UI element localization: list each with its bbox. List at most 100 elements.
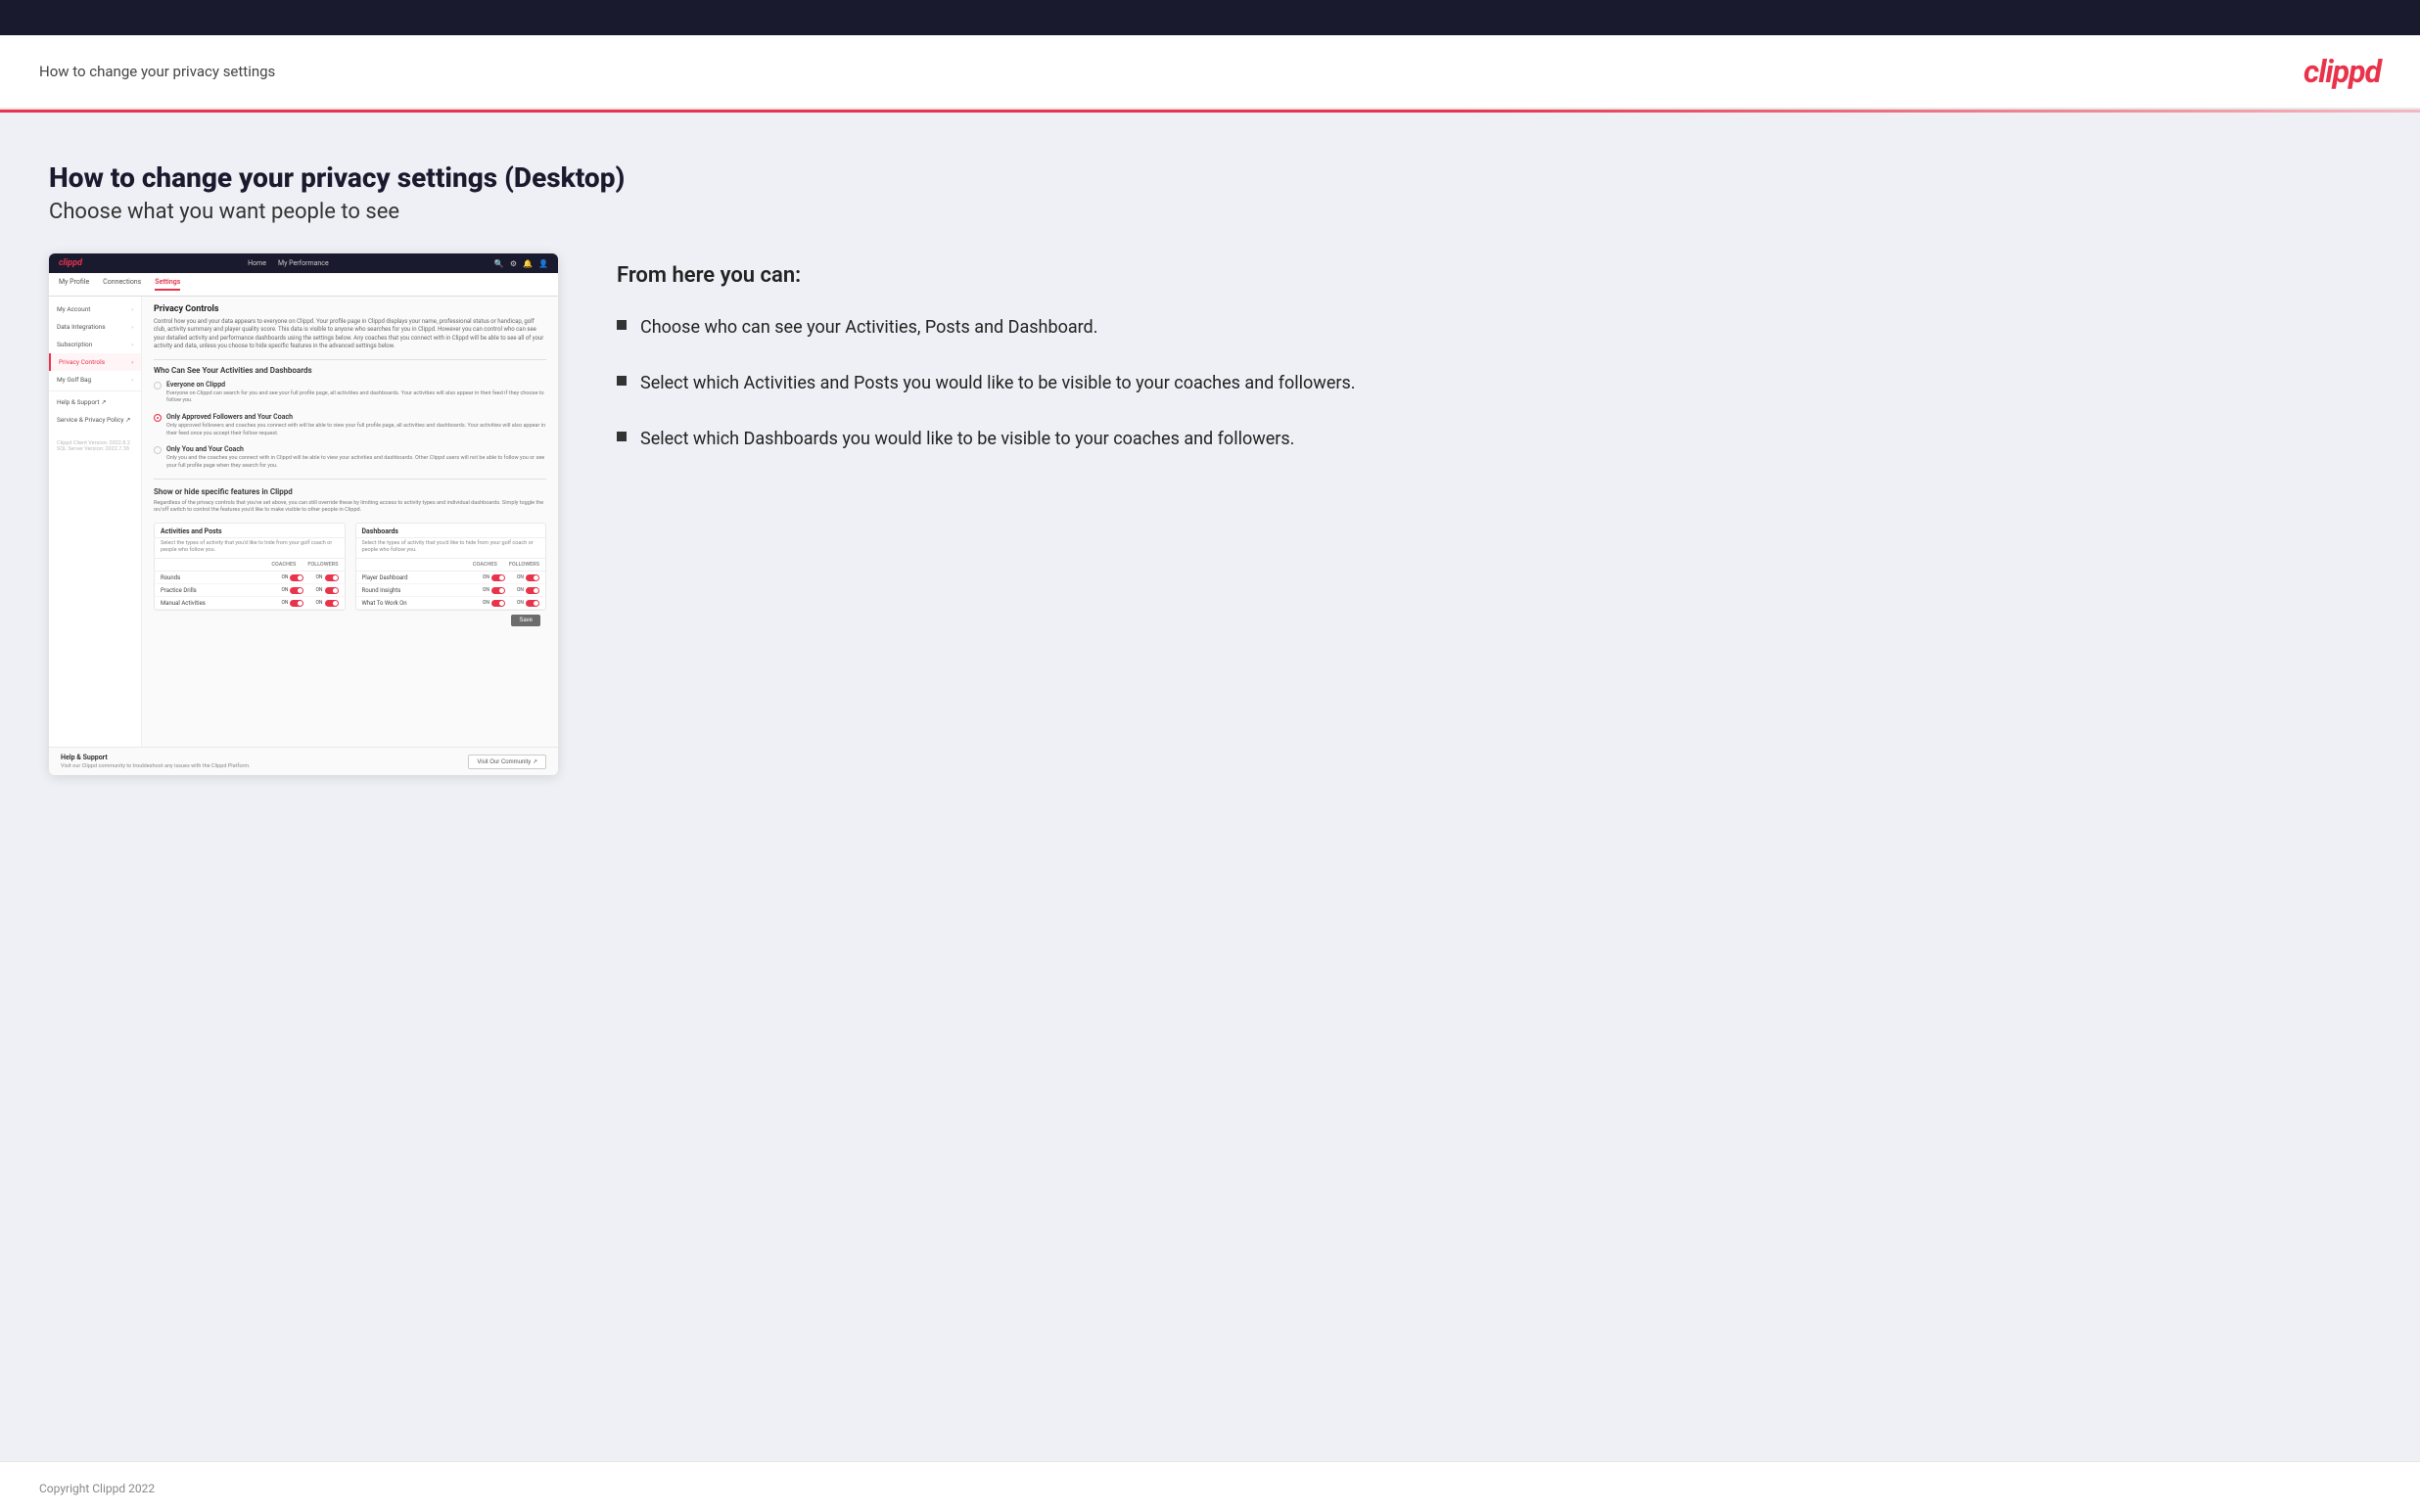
dash-followers-label: FOLLOWERS <box>509 562 539 568</box>
mock-navbar-links: Home My Performance <box>248 259 329 267</box>
mock-sidebar-golf-bag[interactable]: My Golf Bag› <box>49 371 141 389</box>
manual-coaches-on-label: ON <box>281 600 288 606</box>
player-coaches-toggle[interactable]: ON <box>483 574 505 581</box>
mock-divider-1 <box>154 359 546 360</box>
logo: clippd <box>2304 53 2381 90</box>
rounds-followers-switch[interactable] <box>325 574 339 581</box>
mock-sidebar-subscription[interactable]: Subscription› <box>49 336 141 353</box>
search-icon: 🔍 <box>494 259 504 268</box>
mock-row-player-dashboard: Player Dashboard ON ON <box>356 572 546 584</box>
insights-coaches-switch[interactable] <box>491 587 505 594</box>
mock-radio-coach-only-content: Only You and Your Coach Only you and the… <box>166 445 546 470</box>
insights-coaches-toggle[interactable]: ON <box>483 587 505 594</box>
mock-visit-community-button[interactable]: Visit Our Community ↗ <box>468 755 546 769</box>
mock-sidebar-data-integrations[interactable]: Data Integrations› <box>49 318 141 336</box>
row-player-dashboard-label: Player Dashboard <box>362 574 483 581</box>
mock-radio-followers[interactable]: Only Approved Followers and Your Coach O… <box>154 413 546 437</box>
work-followers-switch[interactable] <box>526 600 539 607</box>
work-followers-toggle[interactable]: ON <box>517 600 539 607</box>
mock-tab-profile[interactable]: My Profile <box>59 278 89 291</box>
col-coaches-label: COACHES <box>271 562 296 568</box>
mock-show-hide-desc: Regardless of the privacy controls that … <box>154 500 546 515</box>
bullet-text-3: Select which Dashboards you would like t… <box>640 427 1294 451</box>
page-subheading: Choose what you want people to see <box>49 200 2371 224</box>
mock-sidebar-version: Clippd Client Version: 2022.8.2 SQL Serv… <box>49 436 141 456</box>
content-row: clippd Home My Performance 🔍 ⚙ 🔔 👤 My Pr… <box>49 253 2371 775</box>
work-coaches-toggle[interactable]: ON <box>483 600 505 607</box>
manual-followers-switch[interactable] <box>325 600 339 607</box>
player-coaches-switch[interactable] <box>491 574 505 581</box>
practice-followers-switch[interactable] <box>325 587 339 594</box>
mock-radio-everyone-btn[interactable] <box>154 382 162 389</box>
mock-sidebar-help[interactable]: Help & Support ↗ <box>49 393 141 411</box>
mock-activities-title: Activities and Posts <box>155 524 345 538</box>
mock-radio-coach-only-desc: Only you and the coaches you connect wit… <box>166 455 546 470</box>
rounds-coaches-switch[interactable] <box>290 574 303 581</box>
mock-dashboards-table: Dashboards Select the types of activity … <box>355 523 547 611</box>
mock-dashboards-desc: Select the types of activity that you'd … <box>356 538 546 559</box>
practice-followers-toggle[interactable]: ON <box>315 587 338 594</box>
practice-coaches-switch[interactable] <box>290 587 303 594</box>
mock-row-practice: Practice Drills ON ON <box>155 584 345 597</box>
mock-sidebar-divider <box>49 390 141 391</box>
rounds-coaches-toggle[interactable]: ON <box>281 574 303 581</box>
rounds-followers-toggle[interactable]: ON <box>315 574 338 581</box>
mock-row-what-to-work: What To Work On ON ON <box>356 597 546 610</box>
bullet-text-2: Select which Activities and Posts you wo… <box>640 371 1356 395</box>
mock-radio-followers-btn[interactable] <box>154 414 162 422</box>
mock-nav-home: Home <box>248 259 266 267</box>
practice-followers-on-label: ON <box>315 587 322 593</box>
work-coaches-switch[interactable] <box>491 600 505 607</box>
mock-activities-col-headers: COACHES FOLLOWERS <box>155 559 345 572</box>
work-followers-on-label: ON <box>517 600 524 606</box>
mock-nav-performance: My Performance <box>278 259 329 267</box>
mock-tab-connections[interactable]: Connections <box>103 278 141 291</box>
user-icon: 👤 <box>538 259 548 268</box>
mock-activities-desc: Select the types of activity that you'd … <box>155 538 345 559</box>
manual-followers-on-label: ON <box>315 600 322 606</box>
header-title: How to change your privacy settings <box>39 63 275 80</box>
bullet-item-3: Select which Dashboards you would like t… <box>617 427 2371 451</box>
mock-help-title: Help & Support <box>61 754 251 761</box>
bullet-text-1: Choose who can see your Activities, Post… <box>640 315 1097 340</box>
insights-followers-on-label: ON <box>517 587 524 593</box>
bullet-list: Choose who can see your Activities, Post… <box>617 315 2371 452</box>
manual-coaches-switch[interactable] <box>290 600 303 607</box>
mock-subnav: My Profile Connections Settings <box>49 273 558 297</box>
mock-navbar: clippd Home My Performance 🔍 ⚙ 🔔 👤 <box>49 253 558 273</box>
mock-sidebar-privacy[interactable]: Privacy Controls› <box>49 353 141 371</box>
player-followers-switch[interactable] <box>526 574 539 581</box>
mock-radio-coach-only-btn[interactable] <box>154 446 162 454</box>
mock-sidebar-service[interactable]: Service & Privacy Policy ↗ <box>49 411 141 429</box>
mock-save-button[interactable]: Save <box>511 615 540 626</box>
mock-divider-2 <box>154 479 546 480</box>
insights-coaches-on-label: ON <box>483 587 489 593</box>
manual-followers-toggle[interactable]: ON <box>315 600 338 607</box>
col-group-1: COACHES FOLLOWERS <box>271 562 338 568</box>
mock-radio-coach-only[interactable]: Only You and Your Coach Only you and the… <box>154 445 546 470</box>
mock-navbar-icons: 🔍 ⚙ 🔔 👤 <box>494 259 548 268</box>
col-group-2: COACHES FOLLOWERS <box>473 562 539 568</box>
mock-save-row: Save <box>154 611 546 630</box>
mock-sidebar-account[interactable]: My Account› <box>49 300 141 318</box>
player-followers-toggle[interactable]: ON <box>517 574 539 581</box>
header: How to change your privacy settings clip… <box>0 35 2420 110</box>
row-what-to-work-label: What To Work On <box>362 600 483 607</box>
practice-coaches-on-label: ON <box>281 587 288 593</box>
bullet-square-3 <box>617 432 627 441</box>
mock-radio-everyone-label: Everyone on Clippd <box>166 381 546 389</box>
manual-coaches-toggle[interactable]: ON <box>281 600 303 607</box>
from-here-title: From here you can: <box>617 263 2371 288</box>
col-spacer-1 <box>161 562 271 568</box>
mock-help-desc: Visit our Clippd community to troublesho… <box>61 763 251 769</box>
mock-tab-settings[interactable]: Settings <box>155 278 180 291</box>
insights-followers-toggle[interactable]: ON <box>517 587 539 594</box>
insights-followers-switch[interactable] <box>526 587 539 594</box>
mock-who-title: Who Can See Your Activities and Dashboar… <box>154 366 546 375</box>
practice-coaches-toggle[interactable]: ON <box>281 587 303 594</box>
mock-help-content: Help & Support Visit our Clippd communit… <box>61 754 251 769</box>
mock-radio-everyone[interactable]: Everyone on Clippd Everyone on Clippd ca… <box>154 381 546 405</box>
col-followers-label: FOLLOWERS <box>307 562 338 568</box>
col-spacer-2 <box>362 562 473 568</box>
mock-sidebar: My Account› Data Integrations› Subscript… <box>49 297 142 747</box>
